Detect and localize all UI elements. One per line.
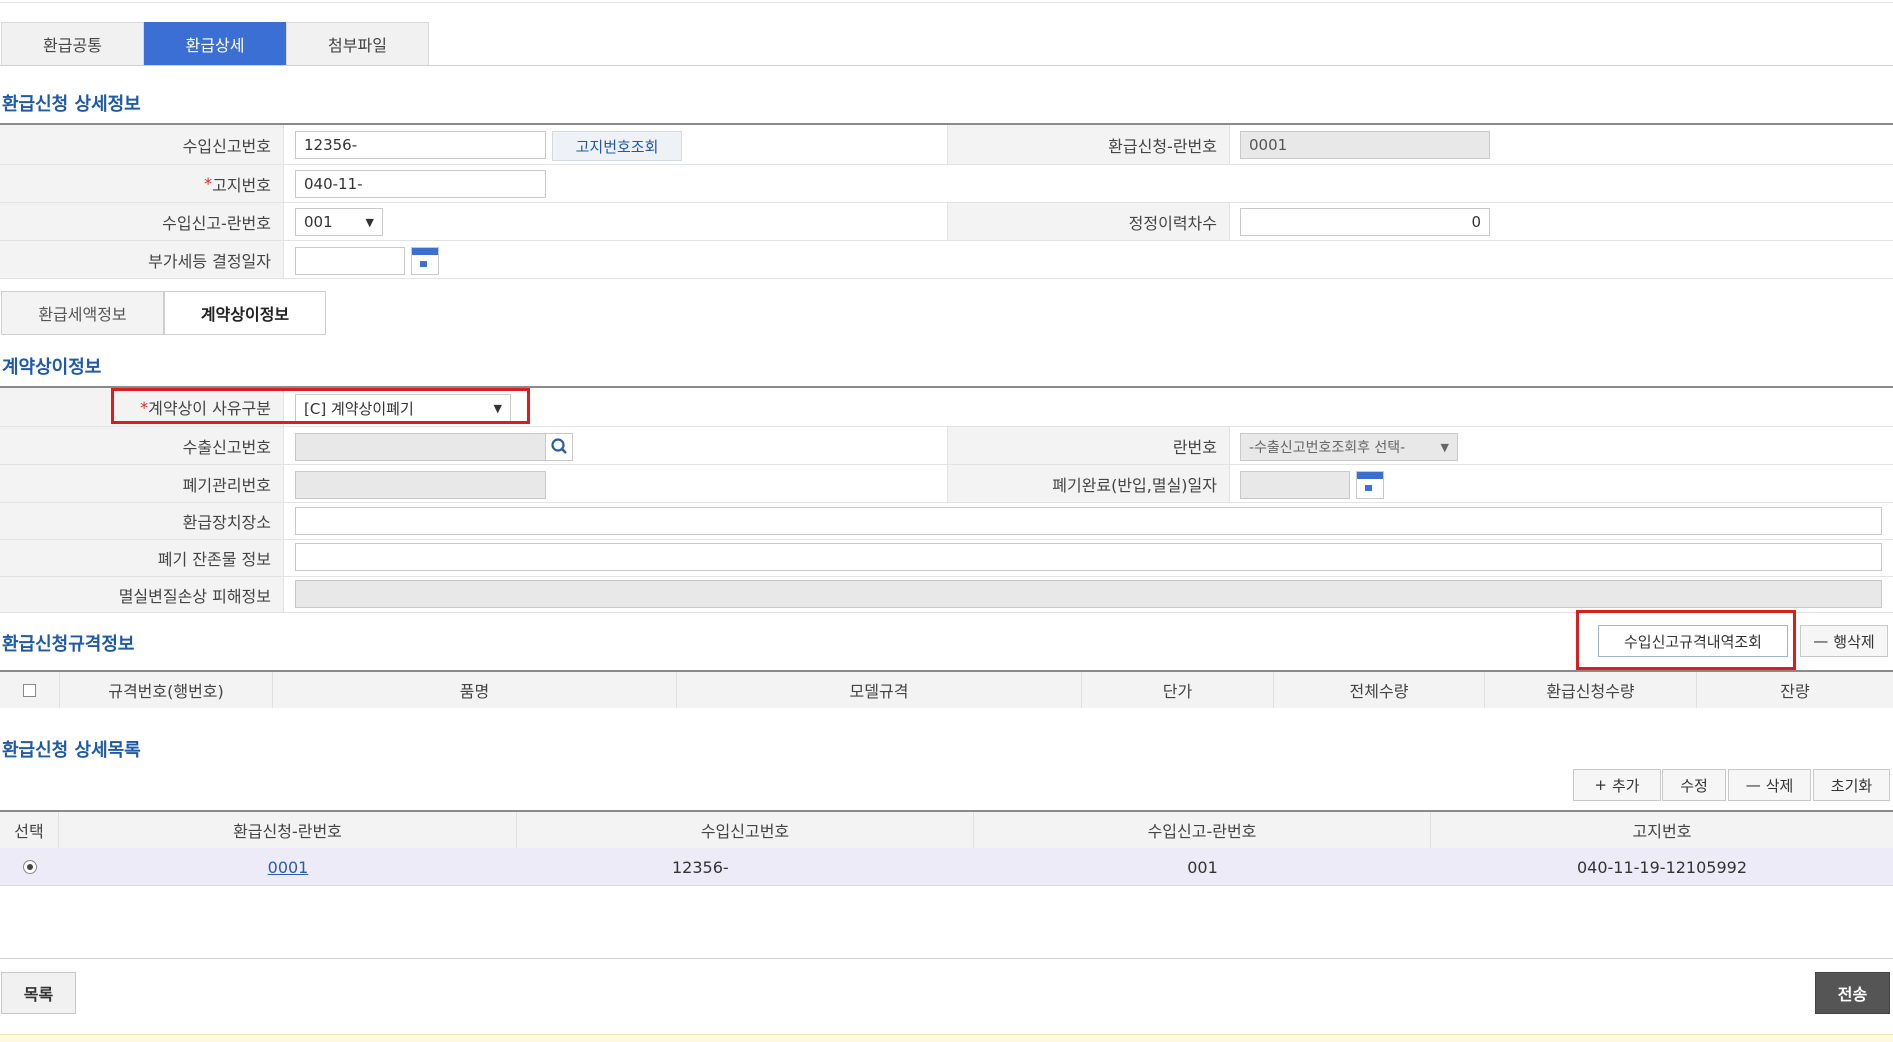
edit-button[interactable]: 수정 xyxy=(1662,769,1726,801)
import-line-no-label: 수입신고-란번호 xyxy=(0,203,284,240)
list-col-header: 환급신청-란번호 xyxy=(59,812,517,848)
minus-icon: — xyxy=(1745,776,1761,794)
notice-no-input[interactable]: 040-11- xyxy=(295,170,546,198)
minus-icon: — xyxy=(1813,632,1829,650)
storage-place-label: 환급장치장소 xyxy=(0,503,284,539)
row-select-radio-cell xyxy=(0,848,59,886)
contract-info-title: 계약상이정보 xyxy=(2,357,102,378)
import-line-no-select[interactable]: 001 ▼ xyxy=(295,208,383,236)
row-notice-no: 040-11-19-12105992 xyxy=(1576,857,1747,877)
list-col-header: 수입신고번호 xyxy=(517,812,974,848)
delete-row-button[interactable]: — 행삭제 xyxy=(1800,625,1888,657)
disposal-done-date-label: 폐기완료(반입,멸실)일자 xyxy=(947,465,1230,502)
tab-refund-common[interactable]: 환급공통 xyxy=(1,22,144,66)
export-decl-no-input xyxy=(295,433,546,461)
line-no-select[interactable]: -수출신고번호조회후 선택- ▼ xyxy=(1240,433,1458,461)
notice-no-label: * 고지번호 xyxy=(0,165,284,202)
search-icon[interactable] xyxy=(545,433,573,461)
select-all-checkbox-cell xyxy=(0,672,60,708)
send-button[interactable]: 전송 xyxy=(1815,972,1890,1014)
highlight-box xyxy=(111,388,530,424)
add-button[interactable]: + 추가 xyxy=(1573,769,1661,801)
highlight-box xyxy=(1576,610,1796,670)
spec-col-header: 품명 xyxy=(273,672,677,708)
damage-info-input xyxy=(295,580,1882,608)
import-decl-no-input[interactable]: 12356- xyxy=(295,131,546,159)
tab-refund-detail[interactable]: 환급상세 xyxy=(144,22,286,66)
damage-info-label: 멸실변질손상 피해정보 xyxy=(0,577,284,612)
reset-button[interactable]: 초기화 xyxy=(1813,769,1890,801)
row-import-decl-no: 12356- xyxy=(672,857,729,877)
calendar-icon[interactable] xyxy=(411,247,439,275)
residue-info-input[interactable] xyxy=(295,543,1882,571)
spec-col-header: 잔량 xyxy=(1697,672,1893,708)
spec-col-header: 환급신청수량 xyxy=(1485,672,1697,708)
disposal-done-date-input xyxy=(1240,471,1350,499)
plus-icon: + xyxy=(1594,776,1607,794)
lookup-notice-button[interactable]: 고지번호조회 xyxy=(552,131,682,161)
list-col-header: 고지번호 xyxy=(1431,812,1893,848)
spec-col-header: 단가 xyxy=(1082,672,1274,708)
correction-seq-input[interactable]: 0 xyxy=(1240,208,1490,236)
tab-refund-tax-info[interactable]: 환급세액정보 xyxy=(1,291,164,335)
vat-decision-date-input[interactable] xyxy=(295,247,405,275)
detail-list-title: 환급신청 상세목록 xyxy=(2,740,141,761)
detail-info-title: 환급신청 상세정보 xyxy=(2,94,141,115)
calendar-icon[interactable] xyxy=(1356,471,1384,499)
tab-contract-diff-info[interactable]: 계약상이정보 xyxy=(164,291,326,335)
spec-col-header: 규격번호(행번호) xyxy=(60,672,273,708)
list-col-header: 수입신고-란번호 xyxy=(974,812,1431,848)
refund-line-no-label: 환급신청-란번호 xyxy=(947,125,1230,164)
list-col-header: 선택 xyxy=(0,812,59,848)
disposal-mgmt-no-label: 폐기관리번호 xyxy=(0,465,284,502)
vat-decision-date-label: 부가세등 결정일자 xyxy=(0,241,284,278)
row-select-radio[interactable] xyxy=(22,860,37,874)
dropdown-arrow-icon: ▼ xyxy=(365,215,374,229)
disposal-mgmt-no-input xyxy=(295,471,546,499)
select-all-checkbox[interactable] xyxy=(23,683,36,697)
line-no-label: 란번호 xyxy=(947,427,1230,464)
refund-line-no-input: 0001 xyxy=(1240,131,1490,159)
dropdown-arrow-icon: ▼ xyxy=(1440,440,1449,454)
row-import-line-no: 001 xyxy=(1187,857,1218,877)
spec-col-header: 모델규격 xyxy=(677,672,1082,708)
spec-col-header: 전체수량 xyxy=(1274,672,1485,708)
delete-button[interactable]: — 삭제 xyxy=(1728,769,1811,801)
import-decl-no-label: 수입신고번호 xyxy=(0,125,284,164)
tab-attachments[interactable]: 첨부파일 xyxy=(286,22,429,66)
list-button[interactable]: 목록 xyxy=(1,972,76,1014)
row-line-no-link[interactable]: 0001 xyxy=(59,848,517,886)
storage-place-input[interactable] xyxy=(295,507,1882,535)
correction-seq-label: 정정이력차수 xyxy=(947,203,1230,240)
spec-info-title: 환급신청규격정보 xyxy=(2,634,135,655)
export-decl-no-label: 수출신고번호 xyxy=(0,427,284,464)
residue-info-label: 폐기 잔존물 정보 xyxy=(0,540,284,576)
